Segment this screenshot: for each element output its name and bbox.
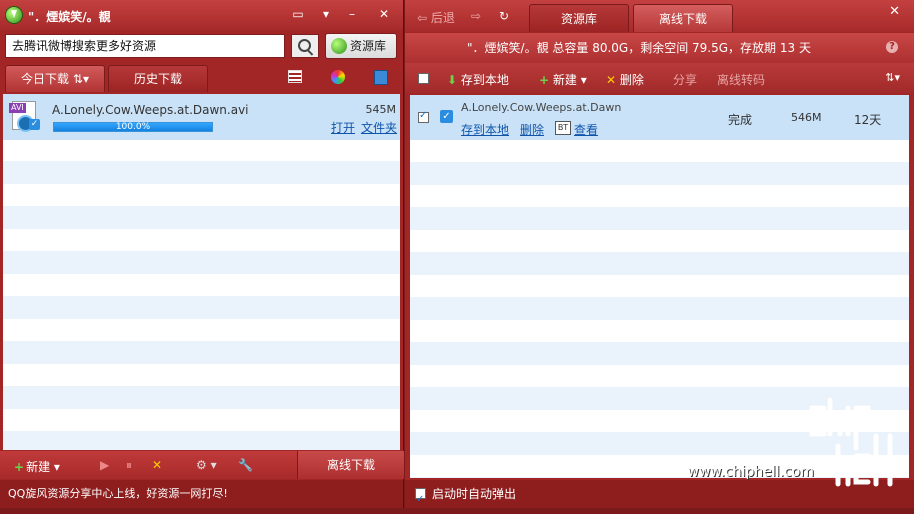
tab-today-label: 今日下载	[21, 72, 70, 86]
new-task-button[interactable]: + 新建 ▾	[14, 458, 60, 475]
offline-download-button[interactable]: 离线下载	[297, 451, 404, 479]
select-all-checkbox[interactable]	[418, 73, 429, 84]
close-icon[interactable]: ✕	[374, 4, 394, 24]
offline-task-row[interactable]: ✓ A.Lonely.Cow.Weeps.at.Dawn 存到本地 删除 BT …	[410, 95, 909, 140]
download-tabs: 今日下载 ⇅▾ 历史下载	[0, 62, 403, 92]
delete-icon[interactable]: ✕	[152, 458, 162, 472]
resource-library-icon	[331, 38, 347, 54]
file-name: A.Lonely.Cow.Weeps.at.Dawn.avi	[52, 103, 249, 117]
tab-history-downloads[interactable]: 历史下载	[108, 65, 208, 92]
left-bottom-toolbar: + 新建 ▾ ▶ ⏸ ✕ ⚙ ▾ 🔧 离线下载	[0, 451, 404, 479]
task-size: 546M	[791, 111, 822, 124]
refresh-icon[interactable]: ↻	[499, 9, 509, 23]
skin-icon[interactable]: ▭	[288, 4, 308, 24]
right-topbar: ⇦ 后退 ⇨ ↻ 资源库 离线下载 ✕	[405, 0, 914, 32]
task-status: 完成	[728, 113, 753, 127]
task-view-link[interactable]: 查看	[574, 121, 598, 138]
menu-icon[interactable]: ▾	[316, 4, 336, 24]
search-icon	[298, 39, 311, 52]
avi-file-icon: AVI ✓	[9, 100, 40, 132]
start-icon[interactable]: ▶	[100, 458, 109, 472]
list-view-icon[interactable]	[288, 70, 302, 83]
back-label: 后退	[430, 11, 455, 25]
task-save-local-link[interactable]: 存到本地	[461, 121, 509, 138]
watermark-text: www.chiphell.com	[687, 464, 814, 480]
new-task-label: 新建	[26, 460, 51, 474]
tab-today-downloads[interactable]: 今日下载 ⇅▾	[5, 65, 105, 92]
delete-task-button[interactable]: ✕ 删除	[606, 71, 644, 88]
back-arrow-icon: ⇦	[417, 11, 428, 25]
delete-label: 删除	[619, 73, 644, 87]
bt-icon: BT	[555, 121, 571, 135]
download-list: AVI ✓ A.Lonely.Cow.Weeps.at.Dawn.avi 545…	[3, 94, 400, 450]
download-progress-bar: 100.0%	[53, 122, 213, 132]
left-status-bar: QQ旋风资源分享中心上线，好资源一网打尽!	[0, 480, 403, 508]
settings-gear-icon[interactable]: ⚙ ▾	[196, 458, 217, 472]
row-checkbox[interactable]	[418, 110, 429, 123]
auto-popup-label: 启动时自动弹出	[432, 487, 517, 501]
offline-toolbar: ⬇ 存到本地 + 新建 ▾ ✕ 删除 分享 离线转码 ⇅▾	[405, 63, 914, 93]
task-name: A.Lonely.Cow.Weeps.at.Dawn	[461, 101, 622, 114]
chiphell-watermark-logo	[809, 397, 893, 487]
left-panel: "．煙嫔笑/。覩 ▭ ▾ – ✕ 去腾讯微博搜索更多好资源 资源库 今日下载 ⇅…	[0, 0, 404, 508]
resource-library-label: 资源库	[350, 39, 387, 53]
open-link[interactable]: 打开	[331, 119, 355, 136]
plus-icon: +	[539, 73, 550, 87]
sort-icon[interactable]: ⇅▾	[885, 71, 900, 84]
tools-wrench-icon[interactable]: 🔧	[238, 458, 253, 472]
storage-info-bar: "．煙嫔笑/。覩 总容量 80.0G，剩余空间 79.5G，存放期 13 天 ?	[405, 33, 914, 63]
save-local-label: 存到本地	[460, 73, 509, 87]
resource-library-button[interactable]: 资源库	[325, 33, 397, 59]
transcode-button[interactable]: 离线转码	[717, 71, 765, 88]
back-button[interactable]: ⇦ 后退	[417, 9, 455, 26]
download-row[interactable]: AVI ✓ A.Lonely.Cow.Weeps.at.Dawn.avi 545…	[3, 94, 400, 140]
file-size: 545M	[365, 103, 397, 116]
storage-info-text: "．煙嫔笑/。覩 总容量 80.0G，剩余空间 79.5G，存放期 13 天	[467, 41, 811, 55]
delete-x-icon: ✕	[606, 73, 617, 87]
task-delete-link[interactable]: 删除	[520, 121, 544, 138]
progress-text: 100.0%	[115, 122, 151, 132]
plus-icon: +	[14, 460, 25, 474]
check-icon: ✓	[29, 119, 40, 130]
task-days-left: 12天	[854, 113, 882, 127]
qq-whirlwind-logo-icon	[6, 7, 22, 23]
task-type-icon: ✓	[440, 110, 453, 123]
new-offline-task-button[interactable]: + 新建 ▾	[539, 71, 587, 88]
help-icon[interactable]: ?	[886, 41, 898, 53]
share-button[interactable]: 分享	[673, 71, 697, 88]
save-local-button[interactable]: ⬇ 存到本地	[447, 71, 509, 88]
forward-arrow-icon[interactable]: ⇨	[471, 9, 481, 23]
left-titlebar: "．煙嫔笑/。覩 ▭ ▾ – ✕	[0, 0, 403, 30]
file-type-tag: AVI	[9, 103, 26, 113]
tab-offline-download[interactable]: 离线下载	[633, 4, 733, 32]
close-icon[interactable]: ✕	[889, 4, 900, 19]
minimize-icon[interactable]: –	[342, 4, 362, 24]
tab-history-label: 历史下载	[133, 72, 182, 86]
folder-link[interactable]: 文件夹	[361, 119, 397, 136]
auto-popup-checkbox[interactable]	[415, 486, 426, 514]
new-offline-label: 新建	[552, 73, 577, 87]
recycle-bin-icon[interactable]	[374, 70, 388, 85]
download-arrow-icon: ⬇	[447, 73, 458, 87]
search-input[interactable]: 去腾讯微博搜索更多好资源	[5, 34, 285, 58]
search-button[interactable]	[291, 34, 319, 58]
user-name: "．煙嫔笑/。覩	[28, 10, 111, 24]
sort-icon: ⇅	[72, 72, 83, 86]
color-wheel-icon[interactable]	[331, 70, 345, 84]
tab-resource-library[interactable]: 资源库	[529, 4, 629, 32]
sort-dropdown-icon: ▾	[82, 72, 89, 86]
pause-icon[interactable]: ⏸	[126, 458, 132, 473]
